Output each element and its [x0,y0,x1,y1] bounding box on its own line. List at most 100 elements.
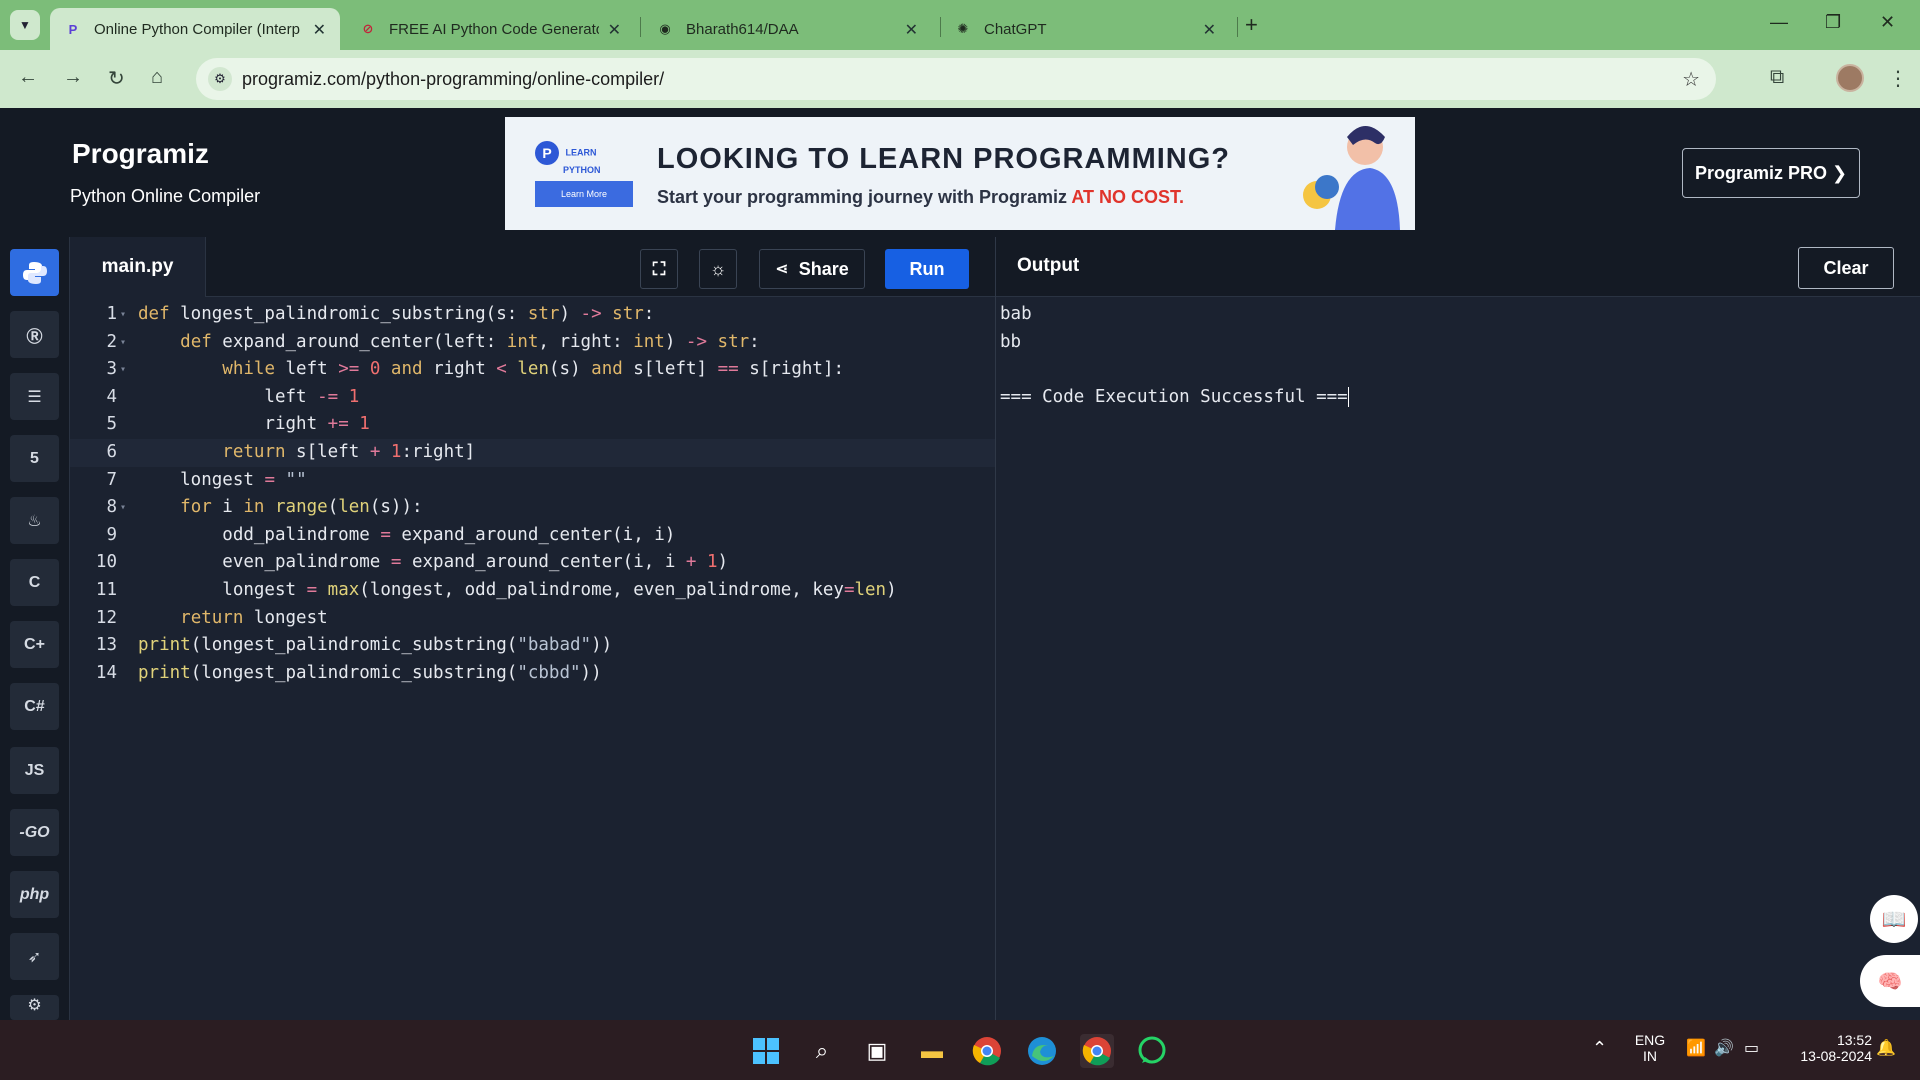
clock-date: 13-08-2024 [1800,1048,1872,1064]
banner-subline: Start your programming journey with Prog… [657,187,1184,208]
chrome-active-icon[interactable] [1080,1034,1114,1068]
text-cursor [1347,386,1349,407]
share-button[interactable]: ⋖ Share [759,249,865,289]
task-view-icon[interactable]: ▣ [860,1034,894,1068]
close-window-icon[interactable]: ✕ [1880,12,1895,33]
show-hidden-icons-icon[interactable]: ⌃ [1592,1038,1607,1059]
python-icon[interactable] [10,249,59,296]
programiz-pro-button[interactable]: Programiz PRO ❯ [1682,148,1860,198]
address-bar[interactable]: ⚙ programiz.com/python-programming/onlin… [196,58,1716,100]
volume-icon[interactable]: 🔊 [1714,1038,1734,1058]
back-icon[interactable]: ← [18,66,38,89]
line-number: 1 [106,304,117,324]
whatsapp-icon[interactable] [1135,1034,1169,1068]
browser-tab-chatgpt[interactable]: ✺ ChatGPT ✕ [940,8,1230,50]
ai-assistant-icon[interactable]: 🧠 [1860,955,1920,1007]
output-header: Output Clear [996,237,1920,297]
javascript-button[interactable]: JS [10,747,59,794]
code-line[interactable]: 8 ▾ for i in range(len(s)): [70,494,995,522]
line-number: 6 [106,442,117,462]
theme-toggle-icon[interactable]: ☼ [699,249,737,289]
rust-icon[interactable]: ⚙ [10,995,59,1020]
code-editor[interactable]: 1 ▾ def longest_palindromic_substring(s: s… [70,297,995,1020]
r-icon[interactable]: Ⓡ [10,311,59,358]
url-text[interactable]: programiz.com/python-programming/online-… [242,69,664,90]
java-icon[interactable]: ♨ [10,497,59,544]
clear-button[interactable]: Clear [1798,247,1894,289]
swift-icon[interactable]: ➶ [10,933,59,980]
csharp-icon[interactable]: C# [10,683,59,730]
profile-avatar[interactable] [1836,64,1864,92]
code-line[interactable]: 12 return longest [70,605,995,633]
banner-learn-more-button[interactable]: Learn More [535,181,633,207]
tab-title: Bharath614/DAA [686,20,799,38]
output-console[interactable]: bab bb === Code Execution Successful ===… [996,297,1920,1020]
search-icon[interactable]: ⌕ [805,1034,839,1068]
code-line[interactable]: 14 print(longest_palindromic_substring("c… [70,660,995,688]
code-line[interactable]: 2 ▾ def expand_around_center(left: int, r… [70,329,995,357]
code-line[interactable]: 7 longest = "" [70,467,995,495]
fold-arrow-icon[interactable]: ▾ [120,329,126,357]
code-line[interactable]: 4 left -= 1 [70,384,995,412]
code-line-current[interactable]: 6 return s[left + 1:right] [70,439,995,467]
more-menu-icon[interactable]: ⋮ [1888,66,1908,91]
banner-highlight: AT NO COST. [1071,187,1185,207]
language-indicator[interactable]: ENG IN [1630,1032,1670,1064]
fold-arrow-icon[interactable]: ▾ [120,356,126,384]
banner-illustration [1303,126,1400,230]
close-icon[interactable]: ✕ [1203,20,1216,40]
code-line[interactable]: 5 right += 1 [70,411,995,439]
html-icon[interactable]: 5 [10,435,59,482]
code-line[interactable]: 13 print(longest_palindromic_substring("b… [70,632,995,660]
code-line[interactable]: 3 ▾ while left >= 0 and right < len(s) an… [70,356,995,384]
region-code: IN [1643,1048,1657,1064]
browser-toolbar: ← → ↻ ⌂ ⚙ programiz.com/python-programmi… [0,50,1920,108]
edge-icon[interactable] [1025,1034,1059,1068]
cpp-icon[interactable]: C+ [10,621,59,668]
windows-start-icon[interactable] [749,1034,783,1068]
wifi-icon[interactable]: 📶 [1686,1038,1706,1058]
code-line[interactable]: 10 even_palindrome = expand_around_cente… [70,549,995,577]
minimize-icon[interactable]: — [1770,12,1788,33]
battery-icon[interactable]: ▭ [1744,1038,1759,1058]
php-button[interactable]: php [10,871,59,918]
c-icon[interactable]: C [10,559,59,606]
fold-arrow-icon[interactable]: ▾ [120,494,126,522]
reload-icon[interactable]: ↻ [108,66,125,91]
run-button[interactable]: Run [885,249,969,289]
close-icon[interactable]: ✕ [905,20,918,40]
browser-tab-github[interactable]: ◉ Bharath614/DAA ✕ [642,8,932,50]
close-icon[interactable]: ✕ [608,20,621,40]
site-info-icon[interactable]: ⚙ [208,67,232,91]
code-line[interactable]: 1 ▾ def longest_palindromic_substring(s: s… [70,301,995,329]
programiz-logo[interactable]: Programiz [72,138,209,170]
restore-icon[interactable]: ❐ [1825,12,1841,33]
line-number: 10 [95,552,117,573]
bookmark-star-icon[interactable]: ☆ [1682,67,1700,92]
banner-brand: P LEARN PYTHON [535,141,605,175]
file-explorer-icon[interactable]: ▬ [915,1034,949,1068]
reader-mode-icon[interactable]: 📖 [1870,895,1918,943]
sql-icon[interactable]: ☰ [10,373,59,420]
code-line[interactable]: 11 longest = max(longest, odd_palindrome… [70,577,995,605]
fullscreen-icon[interactable]: ⛶ [640,249,678,289]
browser-tab-codegen[interactable]: ⊘ FREE AI Python Code Generator ✕ [345,8,635,50]
close-icon[interactable]: ✕ [313,20,326,40]
go-button[interactable]: -GO [10,809,59,856]
banner-brand-line1: LEARN [565,147,597,158]
code-line[interactable]: 9 odd_palindrome = expand_around_center(… [70,522,995,550]
fold-arrow-icon[interactable]: ▾ [120,301,126,329]
ad-banner[interactable]: P LEARN PYTHON Learn More LOOKING TO LEA… [505,117,1415,230]
home-icon[interactable]: ⌂ [151,66,163,89]
browser-tab-programiz[interactable]: P Online Python Compiler (Interp ✕ [50,8,340,50]
file-tab-main-py[interactable]: main.py [70,237,206,297]
forward-icon[interactable]: → [63,66,83,89]
tab-search-button[interactable]: ▼ [10,10,40,40]
notification-bell-icon[interactable]: 🔔 [1876,1038,1896,1058]
chrome-icon[interactable] [970,1034,1004,1068]
extensions-icon[interactable]: ⧉ [1770,66,1784,89]
line-number: 11 [95,580,117,600]
new-tab-button[interactable]: + [1245,12,1258,38]
clock[interactable]: 13:52 13-08-2024 [1782,1032,1872,1064]
page-subtitle: Python Online Compiler [70,186,261,206]
